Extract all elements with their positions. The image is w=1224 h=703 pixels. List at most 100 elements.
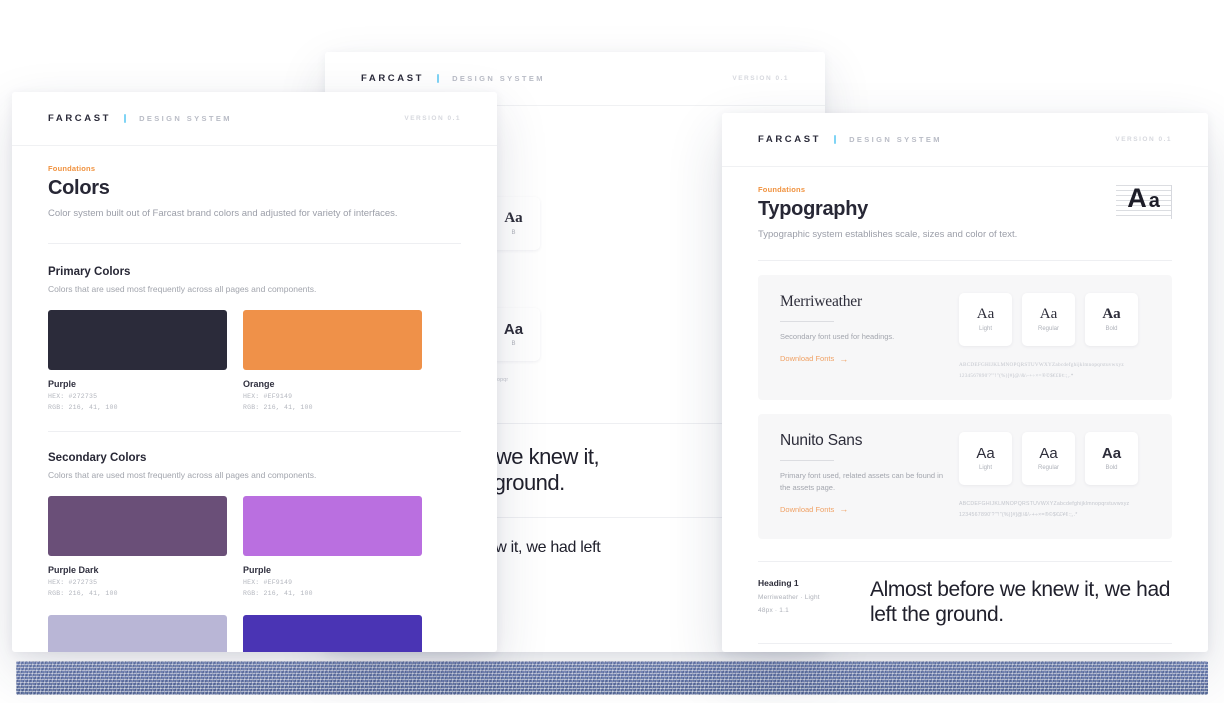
color-section-secondary: Secondary Colors Colors that are used mo… bbox=[48, 452, 461, 652]
page-title-group: Foundations Typography Typographic syste… bbox=[758, 185, 1017, 242]
arrow-right-icon: → bbox=[839, 504, 849, 515]
brand-logo: FARCAST bbox=[758, 134, 822, 145]
brand-group[interactable]: FARCAST DESIGN SYSTEM bbox=[361, 73, 545, 84]
font-card-info: Nunito Sans Primary font used, related a… bbox=[780, 432, 945, 521]
swatch-row bbox=[48, 615, 461, 652]
page-description: Typographic system establishes scale, si… bbox=[758, 229, 1018, 240]
color-rgb: RGB: 216, 41, 100 bbox=[243, 404, 313, 412]
specimen-glyph: Aa bbox=[976, 445, 995, 463]
vertical-bar-icon bbox=[437, 74, 440, 83]
download-fonts-link[interactable]: Download Fonts → bbox=[780, 504, 848, 514]
font-description: Secondary font used for headings. bbox=[780, 332, 895, 342]
section-title: Secondary Colors bbox=[48, 452, 147, 465]
font-description: Primary font used, related assets can be… bbox=[780, 471, 944, 492]
brand-logo: FARCAST bbox=[48, 113, 112, 124]
specimen-glyph: Aa bbox=[1101, 445, 1122, 463]
arrow-right-icon: → bbox=[839, 353, 849, 364]
section-description: Colors that are used most frequently acr… bbox=[48, 284, 317, 295]
heading-scale-row: Heading 2 Nunito Sans · Light Almost bef… bbox=[758, 643, 1172, 652]
divider bbox=[48, 431, 461, 433]
specimen-row: Aa Light Aa Regular Aa Bold bbox=[959, 432, 1150, 486]
section-description: Colors that are used most frequently acr… bbox=[48, 470, 317, 481]
color-hex: HEX: #272735 bbox=[48, 579, 98, 587]
color-name: Purple bbox=[243, 565, 272, 576]
color-swatch[interactable] bbox=[48, 615, 227, 652]
font-name: Nunito Sans bbox=[780, 432, 863, 450]
specimen-glyph: Aa bbox=[1102, 306, 1121, 323]
color-hex: HEX: #EF9149 bbox=[243, 393, 293, 401]
panel-header: FARCAST DESIGN SYSTEM VERSION 0.1 bbox=[722, 113, 1208, 167]
panel-header: FARCAST DESIGN SYSTEM VERSION 0.1 bbox=[12, 92, 497, 146]
font-card-nunito-sans[interactable]: Nunito Sans Primary font used, related a… bbox=[758, 414, 1172, 539]
color-chip bbox=[243, 615, 422, 652]
specimen-card-light[interactable]: Aa Light bbox=[959, 293, 1012, 347]
color-swatch[interactable]: Orange HEX: #EF9149 RGB: 216, 41, 100 bbox=[243, 310, 422, 411]
download-fonts-link[interactable]: Download Fonts → bbox=[780, 354, 848, 364]
page-title-row: Foundations Typography Typographic syste… bbox=[758, 185, 1172, 242]
heading-name: Heading 1 bbox=[758, 577, 799, 588]
font-card-info: Merriweather Secondary font used for hea… bbox=[780, 293, 945, 382]
specimen-card-regular[interactable]: Aa Regular bbox=[1022, 293, 1075, 347]
aa-icon-uppercase: A bbox=[1127, 183, 1147, 213]
specimen-row: Aa Light Aa Regular Aa Bold bbox=[959, 293, 1150, 347]
font-card-specimens: Aa Light Aa Regular Aa Bold ABCDEFGHIJKL… bbox=[959, 432, 1150, 521]
heading-scale-row: Heading 1 Merriweather · Light 48px · 1.… bbox=[758, 560, 1172, 644]
color-swatch[interactable]: Purple HEX: #EF9149 RGB: 216, 41, 100 bbox=[243, 496, 422, 597]
panel-body: Foundations Colors Color system built ou… bbox=[12, 146, 497, 652]
brand-group[interactable]: FARCAST DESIGN SYSTEM bbox=[758, 134, 942, 145]
heading-font-label: Merriweather · Light bbox=[758, 593, 820, 601]
color-chip bbox=[243, 310, 422, 371]
font-card-merriweather[interactable]: Merriweather Secondary font used for hea… bbox=[758, 275, 1172, 401]
brand-subtitle: DESIGN SYSTEM bbox=[139, 114, 232, 123]
specimen-glyph: Aa bbox=[504, 210, 523, 227]
page-eyebrow: Foundations bbox=[48, 164, 96, 173]
divider bbox=[48, 243, 461, 245]
divider bbox=[780, 321, 834, 323]
specimen-card-bold[interactable]: Aa Bold bbox=[1085, 293, 1138, 347]
version-label: VERSION 0.1 bbox=[732, 75, 789, 82]
specimen-glyph: Aa bbox=[1039, 306, 1058, 323]
color-swatch[interactable]: Purple Dark HEX: #272735 RGB: 216, 41, 1… bbox=[48, 496, 227, 597]
color-swatch[interactable] bbox=[243, 615, 422, 652]
specimen-weight-label: Bold bbox=[1105, 465, 1118, 472]
color-swatch[interactable]: Purple HEX: #272735 RGB: 216, 41, 100 bbox=[48, 310, 227, 411]
specimen-glyph: Aa bbox=[503, 321, 524, 339]
font-name: Merriweather bbox=[780, 293, 862, 311]
vertical-bar-icon bbox=[834, 135, 837, 144]
specimen-glyph: Aa bbox=[976, 306, 995, 323]
version-label: VERSION 0.1 bbox=[1115, 136, 1172, 143]
color-chip bbox=[48, 496, 227, 557]
charset-uppercase: ABCDEFGHIJKLMNOPQRSTUVWXYZabcdefghijklmn… bbox=[959, 362, 1124, 369]
color-rgb: RGB: 216, 41, 100 bbox=[48, 590, 118, 598]
brand-subtitle: DESIGN SYSTEM bbox=[452, 74, 545, 83]
color-hex: HEX: #272735 bbox=[48, 393, 98, 401]
swatch-row: Purple Dark HEX: #272735 RGB: 216, 41, 1… bbox=[48, 496, 461, 597]
specimen-weight-label: B bbox=[511, 341, 516, 348]
colors-panel[interactable]: FARCAST DESIGN SYSTEM VERSION 0.1 Founda… bbox=[12, 92, 497, 652]
decorative-bottom-band bbox=[16, 661, 1208, 695]
charset-uppercase: ABCDEFGHIJKLMNOPQRSTUVWXYZabcdefghijklmn… bbox=[959, 501, 1130, 508]
specimen-weight-label: B bbox=[511, 230, 516, 237]
specimen-card-bold[interactable]: Aa Bold bbox=[1085, 432, 1138, 486]
heading-size-label: 48px · 1.1 bbox=[758, 606, 789, 614]
color-name: Purple Dark bbox=[48, 565, 99, 576]
color-hex: HEX: #EF9149 bbox=[243, 579, 293, 587]
brand-group[interactable]: FARCAST DESIGN SYSTEM bbox=[48, 113, 232, 124]
aa-icon-lowercase: a bbox=[1148, 190, 1160, 212]
specimen-card-light[interactable]: Aa Light bbox=[959, 432, 1012, 486]
page-eyebrow: Foundations bbox=[758, 185, 806, 194]
download-fonts-label: Download Fonts bbox=[780, 504, 835, 514]
charset-symbols: 1234567890'?'"!"(%)[#]@/&\-+÷×=®©$€£¥¢:;… bbox=[959, 512, 1078, 519]
heading-meta: Heading 1 Merriweather · Light 48px · 1.… bbox=[758, 578, 870, 628]
section-title: Primary Colors bbox=[48, 266, 131, 279]
divider bbox=[758, 260, 1172, 262]
specimen-glyph: Aa bbox=[1039, 445, 1058, 463]
specimen-weight-label: Regular bbox=[1037, 326, 1059, 333]
specimen-card-regular[interactable]: Aa Regular bbox=[1022, 432, 1075, 486]
color-rgb: RGB: 216, 41, 100 bbox=[48, 404, 118, 412]
typography-panel[interactable]: FARCAST DESIGN SYSTEM VERSION 0.1 Founda… bbox=[722, 113, 1208, 652]
version-label: VERSION 0.1 bbox=[404, 115, 461, 122]
download-fonts-label: Download Fonts bbox=[780, 354, 835, 364]
heading-scale-list: Heading 1 Merriweather · Light 48px · 1.… bbox=[758, 560, 1172, 652]
heading-sample-text: Almost before we knew it, we had left th… bbox=[870, 577, 1171, 626]
